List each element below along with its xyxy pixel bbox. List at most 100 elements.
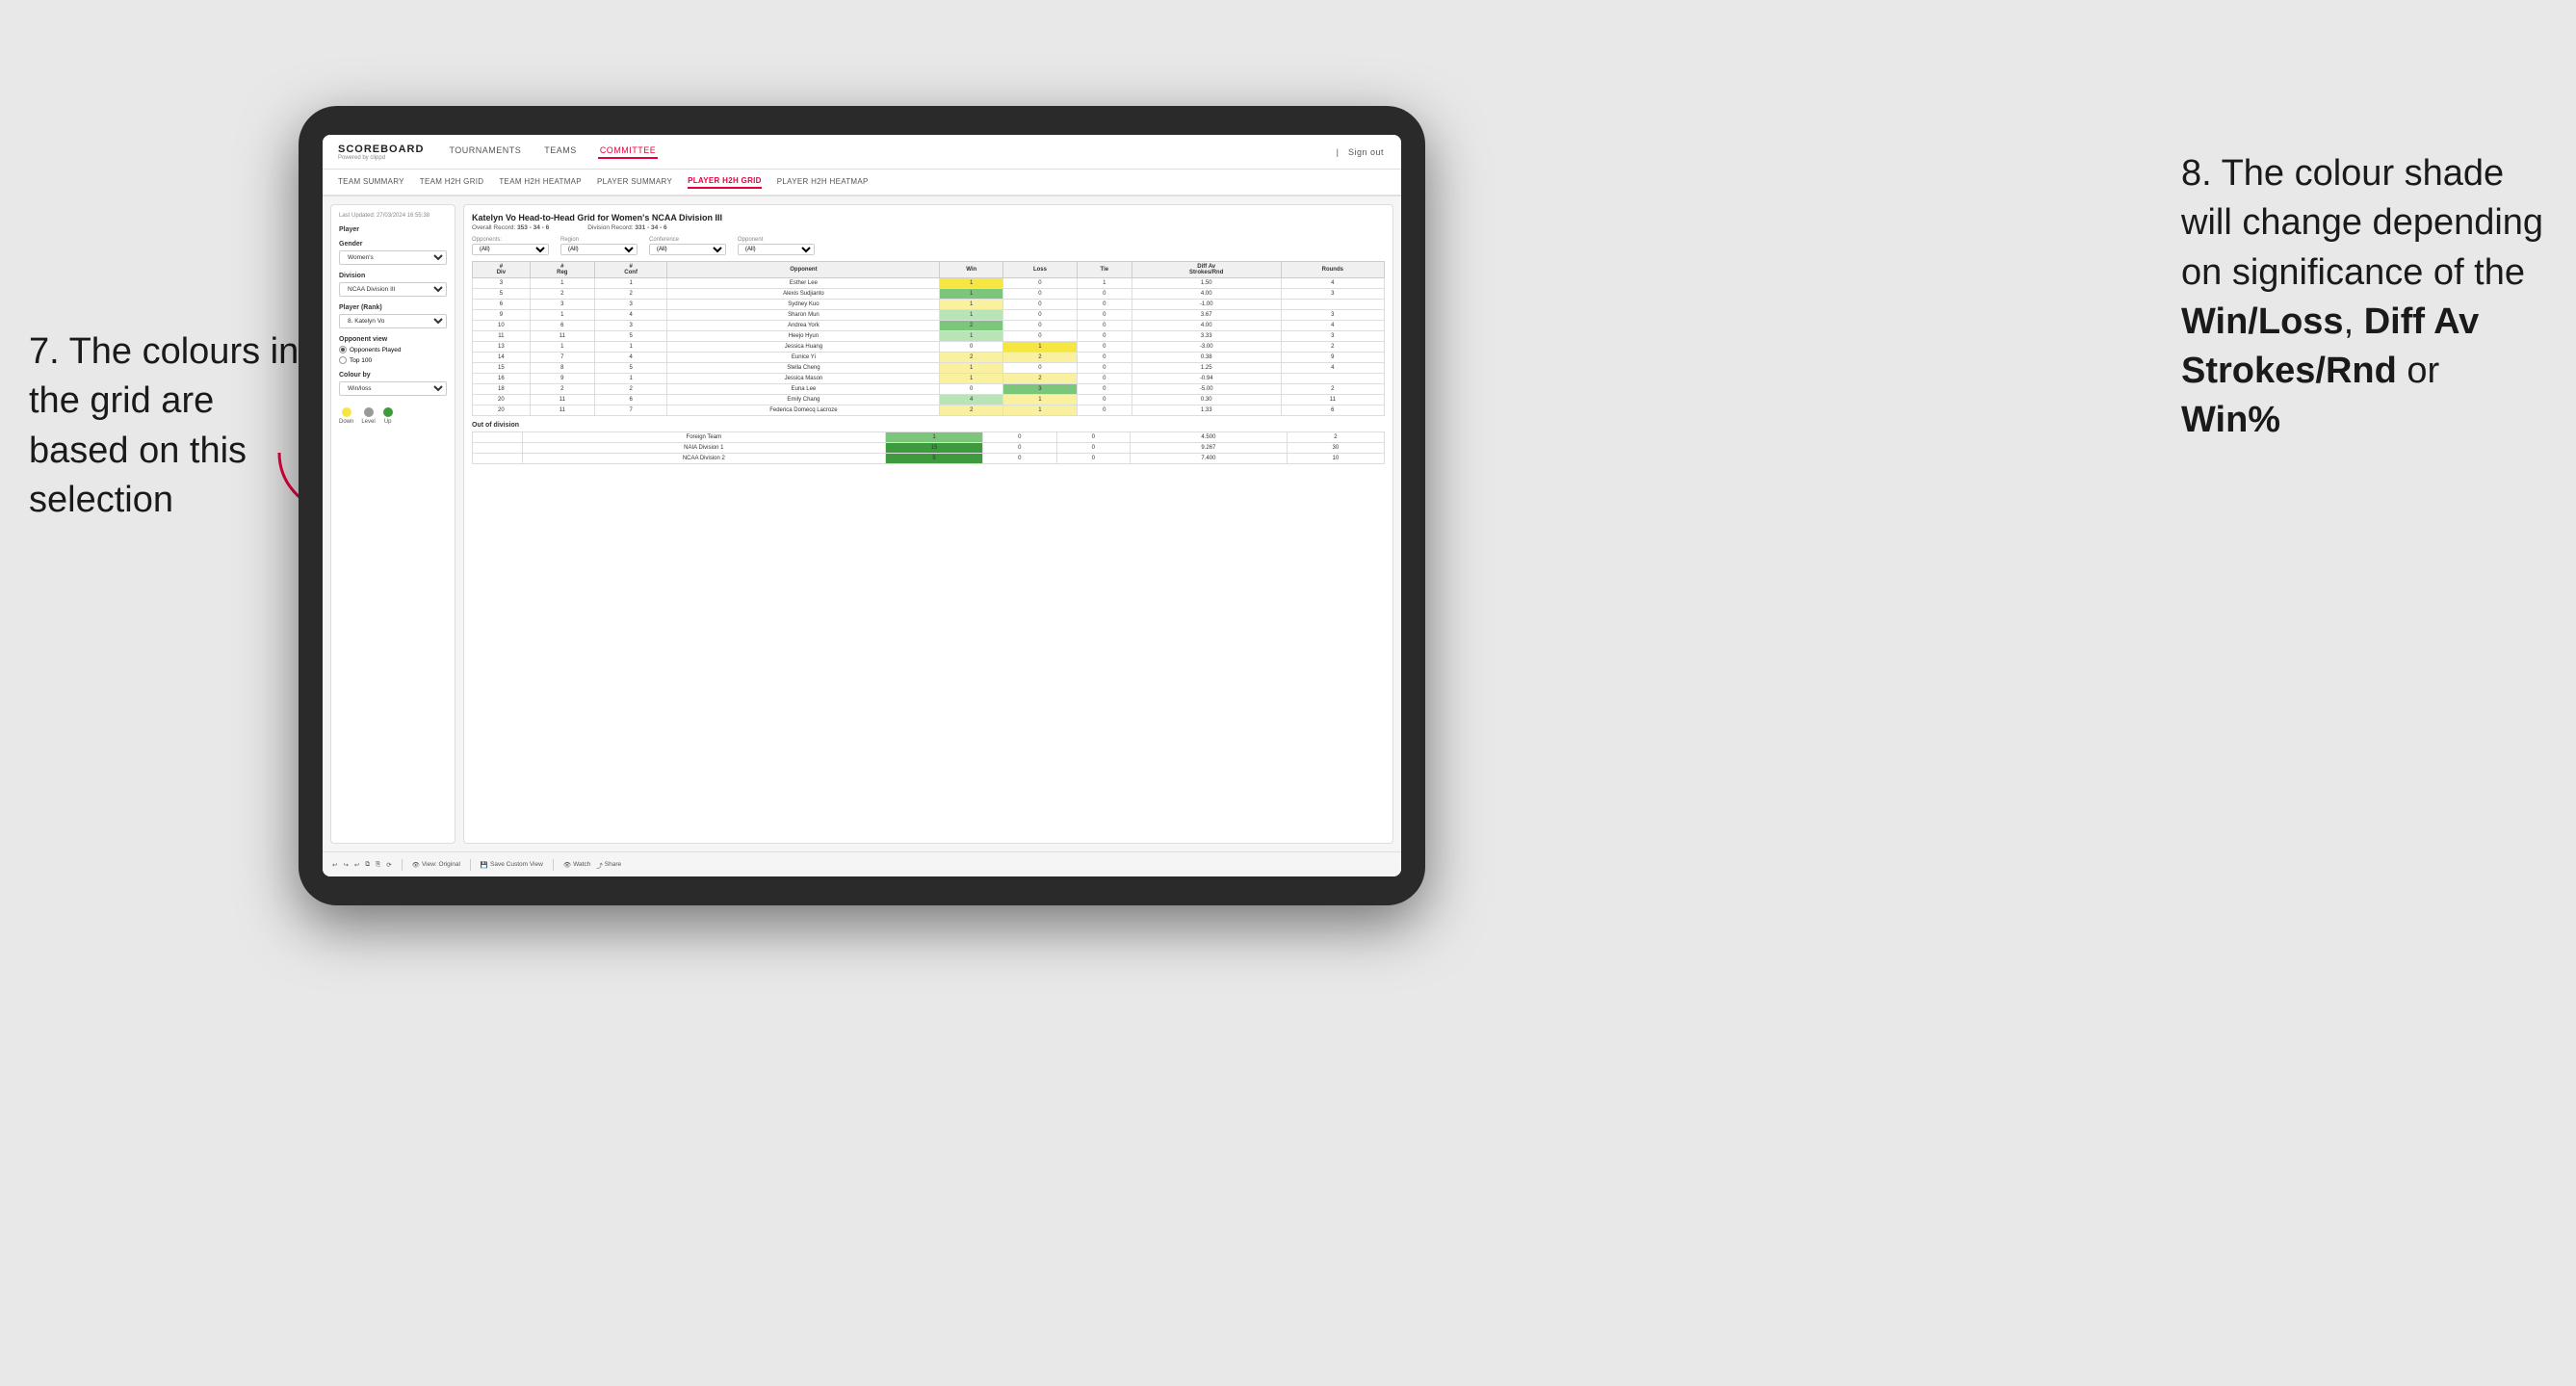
toolbar-watch[interactable]: 👁 Watch xyxy=(563,861,590,869)
watch-icon: 👁 xyxy=(563,861,571,869)
main-content: Last Updated: 27/03/2024 16:55:38 Player… xyxy=(323,196,1401,851)
radio-opponents-played-circle xyxy=(339,346,347,353)
table-row: 311 Esther Lee 1 0 1 1.50 4 xyxy=(473,278,1385,289)
subnav-player-h2h-grid[interactable]: PLAYER H2H GRID xyxy=(688,176,762,189)
sidebar-timestamp: Last Updated: 27/03/2024 16:55:38 xyxy=(339,213,447,219)
toolbar-divider-1 xyxy=(402,859,403,871)
save-icon: 💾 xyxy=(481,861,488,869)
sidebar-player-section: Player xyxy=(339,226,447,233)
sidebar-gender-section: Gender Women's xyxy=(339,241,447,265)
filter-conference: Conference (All) xyxy=(649,237,726,255)
sidebar-player-rank-select[interactable]: 8. Katelyn Vo xyxy=(339,314,447,328)
radio-top-100[interactable]: Top 100 xyxy=(339,356,447,364)
subnav-team-h2h-heatmap[interactable]: TEAM H2H HEATMAP xyxy=(499,177,582,188)
table-row: 633 Sydney Kuo 1 0 0 -1.00 xyxy=(473,300,1385,310)
col-win: Win xyxy=(940,262,1003,278)
share-icon: ⤴ xyxy=(596,860,603,870)
filter-opponent-select[interactable]: (All) xyxy=(738,244,815,255)
subnav-team-summary[interactable]: TEAM SUMMARY xyxy=(338,177,404,188)
annotation-right: 8. The colour shade will change dependin… xyxy=(2181,149,2547,446)
sidebar-player-rank-section: Player (Rank) 8. Katelyn Vo xyxy=(339,304,447,328)
sidebar-colour-label: Colour by xyxy=(339,372,447,379)
radio-top-100-label: Top 100 xyxy=(350,357,372,364)
toolbar-divider-2 xyxy=(470,859,471,871)
out-of-division-label: Out of division xyxy=(472,422,1385,429)
filter-opponent: Opponent (All) xyxy=(738,237,815,255)
sidebar-division-label: Division xyxy=(339,273,447,279)
sidebar-radio-group: Opponents Played Top 100 xyxy=(339,346,447,364)
view-original-icon: 👁 xyxy=(412,861,420,869)
sidebar-gender-label: Gender xyxy=(339,241,447,248)
radio-opponents-played[interactable]: Opponents Played xyxy=(339,346,447,353)
toolbar-save-custom[interactable]: 💾 Save Custom View xyxy=(481,861,543,869)
table-row: 1691 Jessica Mason 1 2 0 -0.94 xyxy=(473,374,1385,384)
toolbar-refresh[interactable]: ⟳ xyxy=(386,861,391,869)
toolbar-undo2[interactable]: ↩ xyxy=(354,861,359,869)
table-row: 1311 Jessica Huang 0 1 0 -3.00 2 xyxy=(473,342,1385,353)
sidebar-colour-select[interactable]: Win/loss xyxy=(339,381,447,396)
filter-opponent-label: Opponent xyxy=(738,237,815,243)
toolbar-view-original[interactable]: 👁 View: Original xyxy=(412,861,460,869)
legend-level-label: Level xyxy=(361,419,375,425)
toolbar-redo[interactable]: ↪ xyxy=(343,861,348,869)
filter-region-label: Region xyxy=(560,237,637,243)
overall-record: Overall Record: 353 - 34 - 6 xyxy=(472,224,549,231)
nav-teams[interactable]: TEAMS xyxy=(542,145,579,159)
filter-row: Opponents: (All) Region (All) Conference xyxy=(472,237,1385,255)
col-rounds: Rounds xyxy=(1281,262,1384,278)
filter-region: Region (All) xyxy=(560,237,637,255)
nav-committee[interactable]: COMMITTEE xyxy=(598,145,659,159)
filter-conference-select[interactable]: (All) xyxy=(649,244,726,255)
sidebar-colour-section: Colour by Win/loss xyxy=(339,372,447,396)
legend-up: Up xyxy=(383,407,393,425)
sidebar-player-label: Player xyxy=(339,226,447,233)
sidebar-player-rank-label: Player (Rank) xyxy=(339,304,447,311)
table-row: NCAA Division 2 5 0 0 7.400 10 xyxy=(473,454,1385,464)
table-row: 914 Sharon Mun 1 0 0 3.67 3 xyxy=(473,310,1385,321)
toolbar-undo[interactable]: ↩ xyxy=(332,861,337,869)
grid-area: Katelyn Vo Head-to-Head Grid for Women's… xyxy=(463,204,1393,844)
filter-conference-label: Conference xyxy=(649,237,726,243)
legend-dot-level xyxy=(364,407,374,417)
legend-dot-down xyxy=(342,407,351,417)
table-row: 1585 Stella Cheng 1 0 0 1.25 4 xyxy=(473,363,1385,374)
tablet-device: SCOREBOARD Powered by clippd TOURNAMENTS… xyxy=(299,106,1425,905)
filter-region-select[interactable]: (All) xyxy=(560,244,637,255)
col-loss: Loss xyxy=(1003,262,1078,278)
subnav-player-summary[interactable]: PLAYER SUMMARY xyxy=(597,177,672,188)
sidebar-division-section: Division NCAA Division III xyxy=(339,273,447,297)
grid-title: Katelyn Vo Head-to-Head Grid for Women's… xyxy=(472,213,1385,222)
sidebar-gender-select[interactable]: Women's xyxy=(339,250,447,265)
toolbar-paste[interactable]: ⎘ xyxy=(376,861,380,869)
logo-sub: Powered by clippd xyxy=(338,155,424,161)
table-row: 11115 Heejo Hyun 1 0 0 3.33 3 xyxy=(473,331,1385,342)
logo-text: SCOREBOARD xyxy=(338,144,424,155)
nav-tournaments[interactable]: TOURNAMENTS xyxy=(447,145,523,159)
sidebar-division-select[interactable]: NCAA Division III xyxy=(339,282,447,297)
subnav-player-h2h-heatmap[interactable]: PLAYER H2H HEATMAP xyxy=(777,177,869,188)
table-row: 1063 Andrea York 2 0 0 4.00 4 xyxy=(473,321,1385,331)
nav-signout[interactable]: Sign out xyxy=(1346,147,1386,157)
col-opponent: Opponent xyxy=(667,262,940,278)
sidebar-opponent-label: Opponent view xyxy=(339,336,447,343)
filter-opponents-select[interactable]: (All) xyxy=(472,244,549,255)
annotation-left: 7. The colours in the grid are based on … xyxy=(29,327,308,525)
tablet-screen: SCOREBOARD Powered by clippd TOURNAMENTS… xyxy=(323,135,1401,876)
legend-level: Level xyxy=(361,407,375,425)
toolbar-share[interactable]: ⤴ Share xyxy=(596,860,621,870)
legend-dot-up xyxy=(383,407,393,417)
annotation-winpct-bold: Win% xyxy=(2181,400,2280,440)
nav-items: TOURNAMENTS TEAMS COMMITTEE xyxy=(447,145,1336,159)
sidebar-opponent-section: Opponent view Opponents Played Top 100 xyxy=(339,336,447,364)
data-table: #Div #Reg #Conf Opponent Win Loss Tie Di… xyxy=(472,261,1385,416)
out-of-division-table: Foreign Team 1 0 0 4.500 2 NAIA Division… xyxy=(472,431,1385,464)
table-row: 20117 Federica Domecq Lacroze 2 1 0 1.33… xyxy=(473,405,1385,416)
grid-record: Overall Record: 353 - 34 - 6 Division Re… xyxy=(472,224,1385,231)
col-div: #Div xyxy=(473,262,531,278)
subnav-team-h2h-grid[interactable]: TEAM H2H GRID xyxy=(420,177,484,188)
toolbar-divider-3 xyxy=(553,859,554,871)
table-row: 20116 Emily Chang 4 1 0 0.30 11 xyxy=(473,395,1385,405)
toolbar-copy[interactable]: ⧉ xyxy=(365,861,370,869)
division-record: Division Record: 331 - 34 - 6 xyxy=(587,224,666,231)
legend: Down Level Up xyxy=(339,407,447,425)
